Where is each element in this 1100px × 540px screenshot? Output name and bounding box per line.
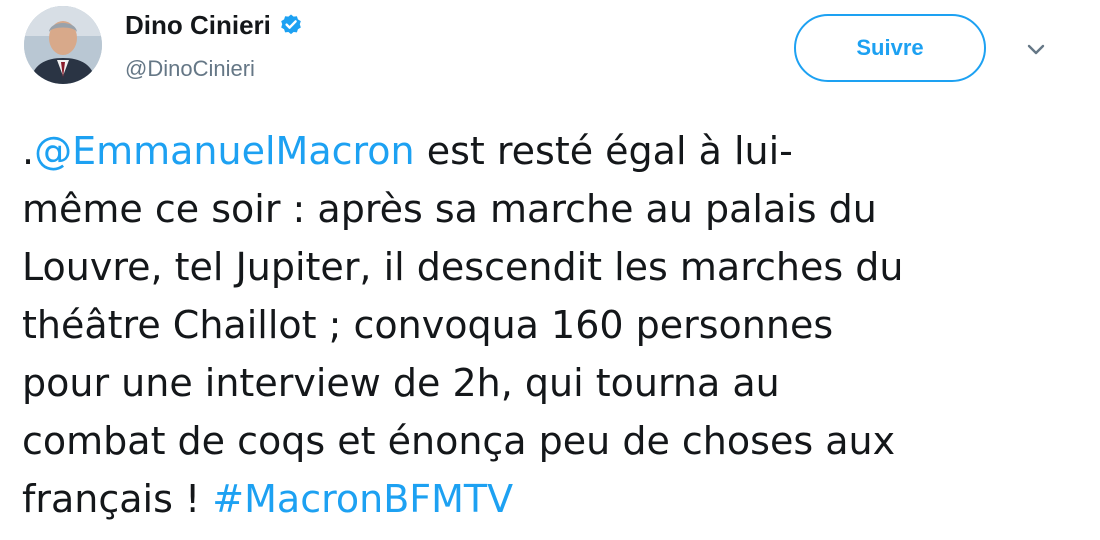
author-name-row: Dino Cinieri [125,8,303,42]
tweet-text-prefix: . [22,129,35,173]
hashtag-link[interactable]: #MacronBFMTV [212,477,513,521]
chevron-down-icon [1026,43,1046,57]
tweet-text-body: est resté égal à lui- même ce soir : apr… [22,129,904,521]
more-options-button[interactable] [1022,36,1050,64]
avatar[interactable] [24,6,102,84]
author-handle[interactable]: @DinoCinieri [125,55,255,83]
verified-badge-icon [279,13,303,37]
author-display-name[interactable]: Dino Cinieri [125,8,271,42]
follow-button[interactable]: Suivre [794,14,986,82]
tweet-card: Dino Cinieri @DinoCinieri Suivre .@Emman… [0,0,1100,540]
mention-link[interactable]: @EmmanuelMacron [34,129,415,173]
tweet-text: .@EmmanuelMacron est resté égal à lui- m… [22,122,1072,528]
